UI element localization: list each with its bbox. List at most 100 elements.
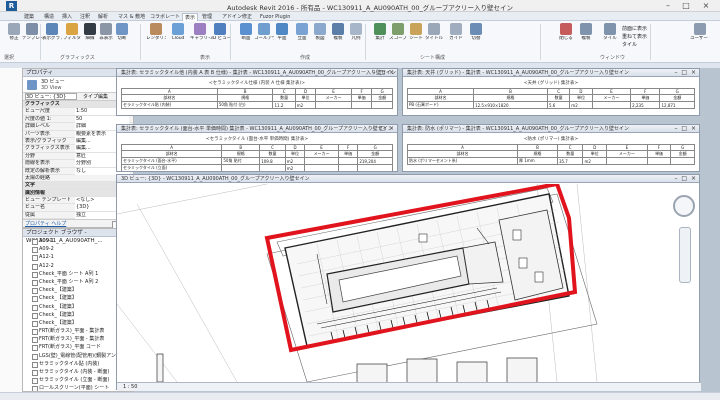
ribbon-button-23[interactable]: 切替 (466, 23, 486, 49)
schedule-cell[interactable]: 数量 (272, 94, 296, 102)
ribbon-button-27[interactable]: ユーザー インターフェース (690, 23, 710, 49)
tab-7[interactable]: 表示 (182, 13, 199, 21)
schedule-cell[interactable]: m2 (294, 101, 317, 109)
ribbon-button-17[interactable]: 凡例 (346, 23, 366, 49)
schedule-cell[interactable] (670, 157, 695, 165)
ribbon-button-20[interactable]: シート (406, 23, 426, 49)
tab-11[interactable]: Fuzor Plugin (258, 13, 292, 21)
schedule-cell[interactable]: 規格 (216, 94, 274, 102)
schedule-cell[interactable] (221, 164, 261, 171)
schedule-cell[interactable]: 5.6 (546, 101, 571, 109)
app-menu-button[interactable]: R (6, 1, 17, 11)
window-option-0[interactable]: 前面に表示 (622, 25, 647, 32)
ribbon-button-12[interactable]: コールアウト (254, 23, 274, 49)
schedule-cell[interactable]: セラミックタイル (立面) (120, 164, 223, 171)
schedule-cell[interactable] (304, 157, 339, 165)
ribbon-button-24[interactable]: 閉じる (556, 23, 576, 49)
ribbon-button-26[interactable]: タイル (600, 23, 620, 49)
schedule-cell[interactable]: 50角 貼付 (白) (216, 101, 274, 109)
ribbon-button-14[interactable]: 立面 (292, 23, 312, 49)
schedule-cell[interactable]: セラミックタイル貼 (内装) (121, 101, 218, 109)
schedule-cell[interactable]: 単位 (569, 94, 593, 102)
3d-view-titlebar[interactable]: 3D ビュー: {3D} - WC130911_A_AU090ATH_00_グル… (117, 175, 699, 183)
schedule-cell[interactable]: 部材名 (406, 94, 475, 102)
ribbon-button-11[interactable]: 断面 (236, 23, 256, 49)
schedule-cell[interactable]: メーカー (304, 150, 339, 158)
schedule-cell[interactable]: 35.7 (556, 157, 584, 165)
ribbon-button-1[interactable]: テンプレート (22, 23, 42, 49)
ribbon-button-21[interactable]: タイトル (424, 23, 444, 49)
schedule-cell[interactable]: メーカー (591, 94, 632, 102)
schedule-cell[interactable]: m2 (569, 101, 593, 109)
schedule-cell[interactable] (304, 164, 339, 171)
viewcube[interactable] (673, 195, 695, 217)
ribbon-button-22[interactable]: ガイド (446, 23, 466, 49)
edit-type-button[interactable]: タイプ編集 (83, 93, 108, 101)
schedule-titlebar[interactable]: 集計表: セラミックタイル (面台-水平 単価時間) 集計表 - WC13091… (117, 125, 397, 133)
schedule-cell[interactable]: 規格 (473, 94, 548, 102)
schedule-cell[interactable]: 12,871 (659, 101, 695, 109)
schedule-cell[interactable] (646, 157, 672, 165)
schedule-cell[interactable]: 数量 (259, 150, 286, 158)
schedule-cell[interactable]: 単位 (284, 150, 306, 158)
view-scale[interactable]: 1 : 50 (123, 384, 137, 390)
schedule-cell[interactable]: m2 (284, 164, 306, 171)
schedule-cell[interactable]: 規格 (221, 150, 261, 158)
schedule-titlebar[interactable]: 集計表: 防水 (ポリマー) - 集計表 - WC130911_A_AU090A… (403, 125, 699, 133)
ribbon-button-16[interactable]: 複製 (328, 23, 348, 49)
schedule-cell[interactable] (350, 101, 373, 109)
ribbon-button-6[interactable]: 切断 (112, 23, 132, 49)
ribbon-button-0[interactable]: 修正 (4, 23, 24, 49)
minimize-button[interactable]: – (660, 0, 676, 11)
close-button[interactable]: × (698, 0, 714, 11)
schedule-cell[interactable]: 金額 (659, 94, 695, 102)
tab-5[interactable]: マス & 敷地 (116, 13, 147, 21)
ribbon-button-3[interactable]: フィルタ (62, 23, 82, 49)
schedule-cell[interactable] (337, 157, 359, 165)
schedule-cell[interactable]: 単価 (350, 94, 373, 102)
schedule-cell[interactable]: 50角 貼付 (221, 157, 261, 165)
ribbon-button-25[interactable]: 複製 (576, 23, 596, 49)
schedule-cell[interactable]: 12.5×910×1820 (473, 101, 548, 109)
schedule-cell[interactable]: 金額 (670, 150, 695, 158)
schedule-cell[interactable]: セラミックタイル (面台-水平) (120, 157, 223, 165)
schedule-cell[interactable]: 金額 (371, 94, 393, 102)
tab-2[interactable]: 挿入 (60, 13, 74, 21)
view-instance-select[interactable]: 3D ビュー: {3D} (25, 93, 77, 100)
schedule-cell[interactable] (337, 164, 359, 171)
schedule-cell[interactable]: 部材名 (406, 150, 519, 158)
schedule-cell[interactable] (591, 101, 632, 109)
schedule-cell[interactable]: m2 (582, 157, 608, 165)
schedule-cell[interactable] (606, 157, 648, 165)
schedule-cell[interactable]: PB (石膏ボード) (406, 101, 475, 109)
tab-3[interactable]: 注釈 (78, 13, 92, 21)
schedule-cell[interactable] (315, 101, 352, 109)
schedule-cell[interactable]: 防水 (ポリマーセメント系) (406, 157, 519, 165)
schedule-cell[interactable]: 数量 (556, 150, 584, 158)
3d-model-canvas[interactable] (117, 184, 683, 382)
schedule-cell[interactable]: 単位 (294, 94, 317, 102)
tab-0[interactable]: 建築 (22, 13, 36, 21)
tab-6[interactable]: コラボレート (148, 13, 182, 21)
schedule-window-controls[interactable]: – □ × (674, 125, 697, 132)
schedule-cell[interactable]: 金額 (357, 150, 393, 158)
tab-8[interactable]: 管理 (200, 13, 214, 21)
schedule-cell[interactable]: 規格 (517, 150, 558, 158)
window-option-1[interactable]: 重ねて表示 (622, 33, 647, 40)
schedule-window-controls[interactable]: – □ × (372, 69, 395, 76)
view-window-controls[interactable]: – □ × (674, 175, 697, 182)
schedule-cell[interactable]: 219,204 (357, 157, 393, 165)
schedule-cell[interactable] (259, 164, 286, 171)
schedule-cell[interactable]: 単位 (582, 150, 608, 158)
ribbon-button-8[interactable]: Cloud (168, 23, 188, 49)
schedule-cell[interactable]: 109.8 (259, 157, 286, 165)
schedule-cell[interactable]: 部材名 (120, 150, 223, 158)
ribbon-button-15[interactable]: 製図 (310, 23, 330, 49)
schedule-cell[interactable]: メーカー (315, 94, 352, 102)
ribbon-button-13[interactable]: 平面 (272, 23, 292, 49)
schedule-titlebar[interactable]: 集計表: セラミックタイル他 (内装 A 表 B 仕様) - 集計表 - WC1… (117, 69, 397, 77)
ribbon-button-10[interactable]: 3D ビュー (210, 23, 230, 49)
schedule-window-controls[interactable]: – □ × (372, 125, 395, 132)
tab-1[interactable]: 構造 (42, 13, 56, 21)
schedule-cell[interactable]: 2,235 (630, 101, 661, 109)
